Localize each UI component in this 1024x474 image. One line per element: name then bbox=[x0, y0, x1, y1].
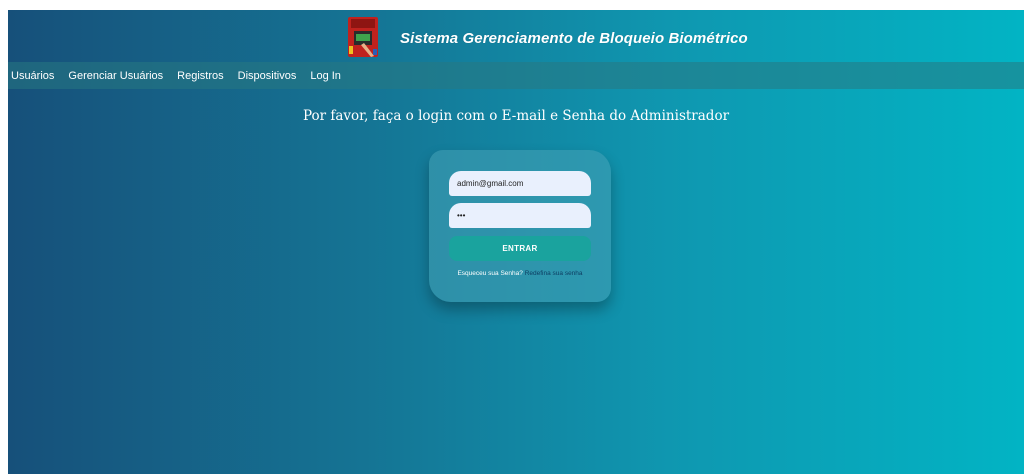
lockout-box-logo bbox=[348, 17, 378, 57]
header: Sistema Gerenciamento de Bloqueio Biomét… bbox=[8, 10, 1024, 62]
app-frame: Sistema Gerenciamento de Bloqueio Biomét… bbox=[8, 10, 1024, 474]
nav-item-usuarios[interactable]: Usuários bbox=[8, 70, 61, 82]
top-navbar: Usuários Gerenciar Usuários Registros Di… bbox=[8, 62, 1024, 89]
login-card: ENTRAR Esqueceu sua Senha? Redefina sua … bbox=[429, 150, 611, 302]
login-button[interactable]: ENTRAR bbox=[449, 236, 591, 261]
nav-item-log-in[interactable]: Log In bbox=[303, 70, 348, 82]
forgot-password-text: Esqueceu sua Senha? bbox=[457, 270, 523, 277]
forgot-password-row: Esqueceu sua Senha? Redefina sua senha bbox=[429, 270, 611, 277]
email-field[interactable] bbox=[449, 171, 591, 196]
reset-password-link[interactable]: Redefina sua senha bbox=[525, 270, 583, 277]
nav-item-registros[interactable]: Registros bbox=[170, 70, 230, 82]
app-title: Sistema Gerenciamento de Bloqueio Biomét… bbox=[400, 30, 748, 47]
password-field[interactable] bbox=[449, 203, 591, 228]
nav-item-gerenciar-usuarios[interactable]: Gerenciar Usuários bbox=[61, 70, 170, 82]
page-heading: Por favor, faça o login com o E-mail e S… bbox=[302, 108, 730, 124]
nav-item-dispositivos[interactable]: Dispositivos bbox=[231, 70, 304, 82]
